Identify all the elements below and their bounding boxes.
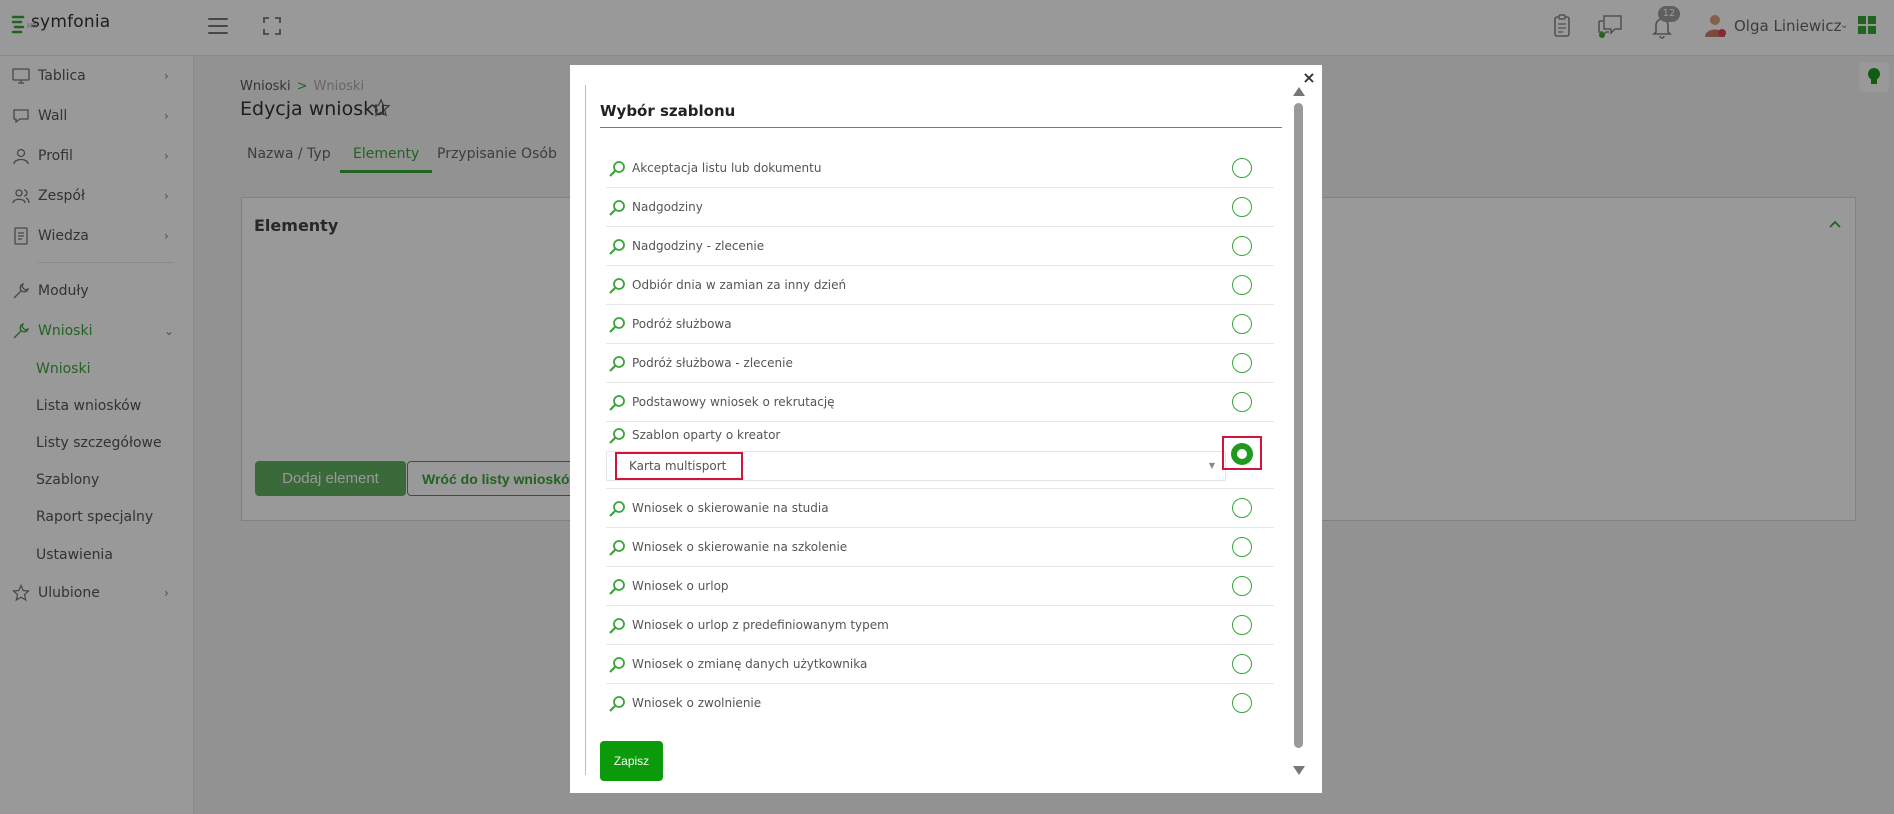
template-row[interactable]: Wniosek o zwolnienie (606, 684, 1274, 723)
modal-scrollbar[interactable] (1288, 85, 1310, 781)
magnifier-icon (609, 239, 625, 255)
creator-select[interactable]: Karta multisport ▼ (606, 451, 1226, 481)
template-radio-selected[interactable] (1231, 443, 1253, 465)
template-label: Wniosek o skierowanie na szkolenie (632, 540, 848, 554)
magnifier-icon (609, 696, 625, 712)
scroll-down-arrow-icon[interactable] (1293, 766, 1305, 775)
template-radio[interactable] (1232, 537, 1252, 557)
magnifier-icon (609, 501, 625, 517)
magnifier-icon (609, 200, 625, 216)
template-label: Wniosek o urlop (632, 579, 729, 593)
template-label: Wniosek o zmianę danych użytkownika (632, 657, 868, 671)
template-label: Wniosek o zwolnienie (632, 696, 762, 710)
scroll-up-arrow-icon[interactable] (1293, 87, 1305, 96)
title-underline (600, 127, 1282, 128)
magnifier-icon (609, 278, 625, 294)
modal-body: Wybór szablonu Akceptacja listu lub doku… (585, 85, 1285, 781)
template-row[interactable]: Podróż służbowa (606, 305, 1274, 344)
creator-select-value[interactable]: Karta multisport (615, 452, 743, 480)
template-row[interactable]: Wniosek o skierowanie na studia (606, 489, 1274, 528)
template-label: Akceptacja listu lub dokumentu (632, 161, 822, 175)
template-label: Szablon oparty o kreator (632, 428, 781, 442)
dropdown-caret-icon[interactable]: ▼ (1209, 461, 1215, 470)
template-label: Podróż służbowa - zlecenie (632, 356, 793, 370)
magnifier-icon (609, 618, 625, 634)
template-radio[interactable] (1232, 654, 1252, 674)
template-radio[interactable] (1232, 693, 1252, 713)
template-row[interactable]: Wniosek o urlop z predefiniowanym typem (606, 606, 1274, 645)
template-row[interactable]: Podstawowy wniosek o rekrutację (606, 383, 1274, 422)
template-radio[interactable] (1232, 197, 1252, 217)
template-row[interactable]: Wniosek o urlop (606, 567, 1274, 606)
magnifier-icon (609, 356, 625, 372)
template-label: Nadgodziny (632, 200, 703, 214)
template-label: Odbiór dnia w zamian za inny dzień (632, 278, 847, 292)
magnifier-icon (609, 317, 625, 333)
template-row-selected[interactable]: Szablon oparty o kreator Karta multispor… (606, 422, 1274, 489)
template-row[interactable]: Podróż służbowa - zlecenie (606, 344, 1274, 383)
template-row[interactable]: Odbiór dnia w zamian za inny dzień (606, 266, 1274, 305)
magnifier-icon (609, 540, 625, 556)
template-label: Wniosek o skierowanie na studia (632, 501, 829, 515)
magnifier-icon (609, 657, 625, 673)
template-radio[interactable] (1232, 275, 1252, 295)
template-row[interactable]: Akceptacja listu lub dokumentu (606, 149, 1274, 188)
template-label: Nadgodziny - zlecenie (632, 239, 765, 253)
template-label: Wniosek o urlop z predefiniowanym typem (632, 618, 889, 632)
template-radio[interactable] (1232, 576, 1252, 596)
magnifier-icon (609, 161, 625, 177)
template-label: Podstawowy wniosek o rekrutację (632, 395, 835, 409)
template-row[interactable]: Wniosek o zmianę danych użytkownika (606, 645, 1274, 684)
magnifier-icon (609, 428, 625, 444)
template-row[interactable]: Nadgodziny - zlecenie (606, 227, 1274, 266)
template-radio[interactable] (1232, 314, 1252, 334)
template-radio[interactable] (1232, 615, 1252, 635)
template-radio[interactable] (1232, 353, 1252, 373)
scroll-thumb[interactable] (1294, 103, 1303, 748)
template-label: Podróż służbowa (632, 317, 732, 331)
modal-title: Wybór szablonu (600, 102, 736, 120)
template-radio[interactable] (1232, 498, 1252, 518)
template-radio[interactable] (1232, 158, 1252, 178)
template-row[interactable]: Nadgodziny (606, 188, 1274, 227)
template-radio[interactable] (1232, 236, 1252, 256)
magnifier-icon (609, 395, 625, 411)
template-row[interactable]: Wniosek o skierowanie na szkolenie (606, 528, 1274, 567)
template-selection-modal: × Wybór szablonu Akceptacja listu lub do… (570, 65, 1322, 793)
template-radio[interactable] (1232, 392, 1252, 412)
save-button[interactable]: Zapisz (600, 741, 663, 781)
magnifier-icon (609, 579, 625, 595)
